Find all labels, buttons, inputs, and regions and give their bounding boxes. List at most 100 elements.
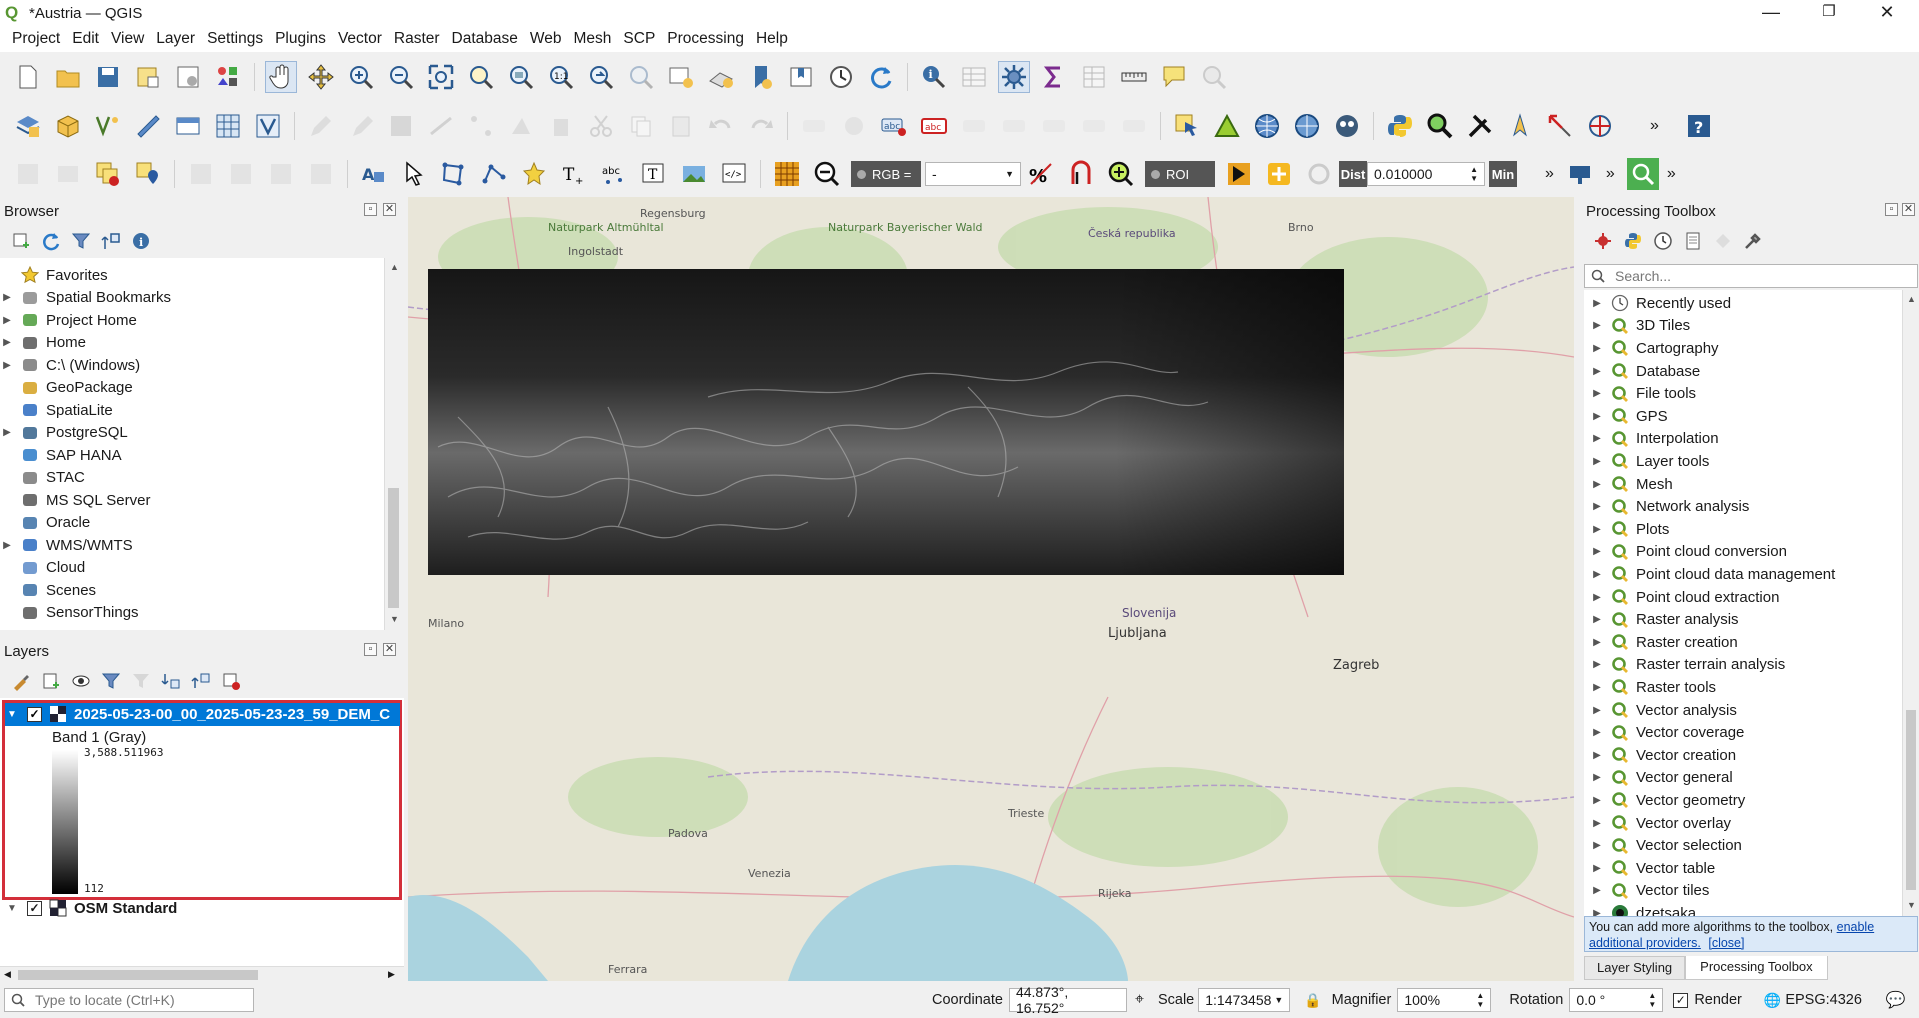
toolbox-item[interactable]: ▶ Vector tiles: [1584, 880, 1709, 903]
rgb-combo[interactable]: - ▼: [925, 162, 1021, 186]
locator-search-icon[interactable]: [1626, 158, 1659, 190]
toolbox-item[interactable]: ▶ Raster tools: [1584, 676, 1716, 699]
toolbox-item[interactable]: ▶ Cartography: [1584, 337, 1718, 360]
expand-arrow-icon[interactable]: ▶: [1590, 343, 1604, 354]
browser-item[interactable]: GeoPackage: [0, 377, 133, 400]
show-hide-labels-icon[interactable]: [998, 110, 1030, 142]
toolbox-item[interactable]: ▶ Point cloud data management: [1584, 563, 1835, 586]
change-label-icon[interactable]: [1118, 110, 1150, 142]
toolbar-overflow-icon[interactable]: »: [1650, 117, 1659, 135]
scroll-down-icon[interactable]: ▼: [1907, 900, 1916, 910]
expand-all-icon[interactable]: [160, 670, 182, 692]
toolbox-item[interactable]: ▶ Vector coverage: [1584, 721, 1744, 744]
add-group-icon[interactable]: [40, 670, 62, 692]
scp-zoom-roi-icon[interactable]: [1105, 158, 1137, 190]
remove-layer-icon[interactable]: [220, 670, 242, 692]
expand-arrow-icon[interactable]: ▶: [1590, 727, 1604, 738]
scroll-right-icon[interactable]: ▶: [388, 969, 395, 980]
select-label-icon[interactable]: [398, 158, 430, 190]
toolbox-item[interactable]: ▶ Database: [1584, 360, 1700, 383]
menu-project[interactable]: Project: [6, 30, 66, 48]
rgb-toggle[interactable]: RGB =: [851, 161, 921, 187]
float-panel-icon[interactable]: ▫: [364, 643, 377, 656]
properties-icon[interactable]: i: [130, 230, 152, 252]
scroll-left-icon[interactable]: ◀: [4, 969, 11, 980]
add-vector-layer-icon[interactable]: [252, 110, 284, 142]
statistical-summary-icon[interactable]: [1038, 61, 1070, 93]
locator-input[interactable]: Type to locate (Ctrl+K): [4, 988, 254, 1012]
lock-scale-icon[interactable]: 🔒: [1304, 992, 1321, 1009]
zoom-last-icon[interactable]: [585, 61, 617, 93]
save-project-icon[interactable]: [92, 61, 124, 93]
scp-band-set-icon[interactable]: [771, 158, 803, 190]
menu-layer[interactable]: Layer: [150, 30, 201, 48]
toolbox-item[interactable]: ▶ Vector selection: [1584, 834, 1742, 857]
toolbox-item[interactable]: ▶ Vector general: [1584, 767, 1733, 790]
toolbox-item[interactable]: ▶ Network analysis: [1584, 495, 1749, 518]
scp-zoom-icon[interactable]: [811, 158, 843, 190]
crs-globe-icon[interactable]: 🌐: [1764, 992, 1781, 1009]
copy-features-icon[interactable]: [625, 110, 657, 142]
models-icon[interactable]: [1592, 230, 1614, 252]
map-canvas[interactable]: Regensburg Brno Ingolstadt Ljubljana Zag…: [408, 197, 1574, 981]
menu-help[interactable]: Help: [750, 30, 794, 48]
refresh-icon[interactable]: [865, 61, 897, 93]
annotation-polygon-icon[interactable]: [438, 158, 470, 190]
expand-arrow-icon[interactable]: ▶: [1590, 456, 1604, 467]
scp-input-normalized-icon[interactable]: %: [1025, 158, 1057, 190]
expand-arrow-icon[interactable]: ▶: [0, 292, 14, 303]
expand-arrow-icon[interactable]: ▶: [1590, 818, 1604, 829]
expand-arrow-icon[interactable]: ▶: [1590, 569, 1604, 580]
layer-labeling-icon[interactable]: abc: [878, 110, 910, 142]
toolbox-item[interactable]: ▶ Plots: [1584, 518, 1669, 541]
rotate-label-icon[interactable]: [1078, 110, 1110, 142]
layers-h-scrollbar[interactable]: ◀ ▶: [0, 966, 404, 982]
toolbox-item[interactable]: ▶ Raster analysis: [1584, 608, 1738, 631]
layer-row-dem[interactable]: ▼ ✓ 2025-05-23-00_00_2025-05-23-23_59_DE…: [5, 703, 400, 726]
browser-item[interactable]: MS SQL Server: [0, 489, 150, 512]
zoom-native-icon[interactable]: 1:1: [545, 61, 577, 93]
open-project-icon[interactable]: [52, 61, 84, 93]
tools-icon[interactable]: [1464, 110, 1496, 142]
layer-checkbox[interactable]: ✓: [27, 706, 42, 722]
scale-combo[interactable]: 1:1473458 ▼: [1198, 988, 1291, 1012]
python-console-icon[interactable]: [1384, 110, 1416, 142]
paste-features-icon[interactable]: [665, 110, 697, 142]
scp-create-roi-icon[interactable]: [1223, 158, 1255, 190]
deselect-all-icon[interactable]: [92, 158, 124, 190]
temporal-controller-icon[interactable]: [825, 61, 857, 93]
expand-arrow-icon[interactable]: ▶: [1590, 682, 1604, 693]
browser-item[interactable]: Cloud: [0, 557, 85, 580]
image-annotation-icon[interactable]: [678, 158, 710, 190]
zoom-in-icon[interactable]: [345, 61, 377, 93]
georeferencer-icon[interactable]: [1544, 110, 1576, 142]
toolbox-search-input[interactable]: Search...: [1584, 264, 1918, 288]
pan-to-selection-icon[interactable]: [305, 61, 337, 93]
data-source-manager-icon[interactable]: [12, 110, 44, 142]
float-panel-icon[interactable]: ▫: [1885, 203, 1898, 216]
scroll-thumb[interactable]: [388, 488, 399, 608]
select-location-icon[interactable]: [132, 158, 164, 190]
expand-arrow-icon[interactable]: ▶: [0, 427, 14, 438]
toolbox-item[interactable]: ▶ Point cloud extraction: [1584, 586, 1779, 609]
scroll-thumb[interactable]: [1906, 710, 1916, 890]
rotate-feature-icon[interactable]: [225, 158, 257, 190]
menu-vector[interactable]: Vector: [332, 30, 388, 48]
toolbox-item[interactable]: ▶ Vector creation: [1584, 744, 1736, 767]
history-icon[interactable]: [1652, 230, 1674, 252]
menu-raster[interactable]: Raster: [388, 30, 446, 48]
collapse-all-layers-icon[interactable]: [190, 670, 212, 692]
edit-features-in-place-icon[interactable]: [1712, 230, 1734, 252]
toggle-editing-icon[interactable]: [345, 110, 377, 142]
toolbox-scrollbar[interactable]: ▲ ▼: [1902, 290, 1919, 916]
menu-mesh[interactable]: Mesh: [568, 30, 618, 48]
expand-arrow-icon[interactable]: ▶: [0, 337, 14, 348]
layout-manager-icon[interactable]: [172, 61, 204, 93]
menu-edit[interactable]: Edit: [66, 30, 105, 48]
scp-add-icon[interactable]: [1263, 158, 1295, 190]
browser-item[interactable]: Scenes: [0, 579, 96, 602]
expand-arrow-icon[interactable]: ▶: [1590, 388, 1604, 399]
expand-arrow-icon[interactable]: ▶: [1590, 885, 1604, 896]
expand-arrow-icon[interactable]: ▶: [1590, 501, 1604, 512]
expand-arrow-icon[interactable]: ▶: [1590, 479, 1604, 490]
